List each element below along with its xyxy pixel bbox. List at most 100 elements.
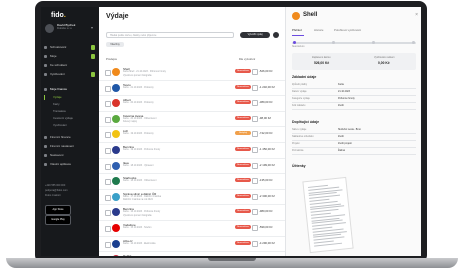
app-screen: fido. David Bychek Fidoobe s.r.o. ▾ Schv… [41, 7, 421, 256]
expense-row[interactable]: Albert Karta · 20.10.2023 · Potraviny Neuz… [99, 96, 285, 112]
company-name: Fidoobe s.r.o. [57, 27, 73, 30]
close-icon[interactable]: × [415, 12, 418, 18]
section-title: Účtenky [292, 164, 306, 168]
settled-value: 0,00 Kč [378, 61, 390, 65]
section-title: Základní údaje [292, 75, 317, 79]
row-checkbox[interactable] [105, 241, 111, 248]
expense-row[interactable]: Benzina Karta · 19.10.2023 · Pohonné hmot… [99, 143, 285, 159]
expense-list: Shell Karta Shell · 21.10.2023 · Pohonné … [99, 65, 285, 256]
sidebar-section-my-finance[interactable]: Moje finance [41, 85, 99, 94]
receipt-icon [252, 209, 258, 216]
expense-amount: -98,00 Kč [259, 115, 271, 120]
expense-row[interactable]: Kavárna Avana Karta · 20.10.2023 · Občers… [99, 112, 285, 128]
sidebar-subitem[interactable]: Výdaje [41, 94, 99, 101]
field-label: Datum výdaje [292, 90, 307, 93]
expense-row[interactable]: Shell Karta Shell · 21.10.2023 · Pohonné … [99, 65, 285, 81]
field-label: Kód nákladu [292, 104, 306, 107]
sidebar-item[interactable]: Vyúčtování [41, 70, 99, 79]
detail-title: Shell [303, 12, 318, 18]
sidebar-item[interactable]: Ke schválení [41, 61, 99, 70]
tab-history[interactable]: Historie [314, 28, 323, 32]
detail-field[interactable]: Datum výdaje 21.10.2023 [292, 90, 416, 96]
detail-field[interactable]: Kód nákladu Zvolit [292, 104, 416, 110]
field-label: Poznámka [292, 149, 304, 152]
help-link[interactable]: Fidoo znalosti [45, 193, 68, 198]
app-logo[interactable]: fido. [51, 12, 66, 19]
sidebar-item[interactable]: Vlastní aplikace [41, 160, 99, 169]
expense-amount: -1 240,00 Kč [259, 84, 275, 89]
sidebar-item[interactable]: Firemní finance [41, 133, 99, 142]
receipt-image[interactable] [302, 176, 354, 254]
app-store-badge[interactable]: App Store [45, 205, 71, 215]
add-expense-button[interactable]: Vytvořit výdaj [240, 32, 270, 38]
row-checkbox[interactable] [105, 179, 111, 186]
receipt-icon [252, 240, 258, 247]
sidebar-item[interactable]: Schvalování [41, 43, 99, 52]
sidebar-item-label: Firemní finance [50, 135, 71, 139]
expense-row[interactable]: Alza.cz Karta · 14.10.2023 · Elektronika N… [99, 237, 285, 253]
tab-overview[interactable]: Přehled [292, 28, 302, 32]
detail-field[interactable]: Kategorie výdaje Pohonné hmoty [292, 97, 416, 103]
notification-badge [91, 72, 95, 77]
sort-dropdown[interactable]: Dle vytvoření [239, 57, 255, 61]
row-checkbox[interactable] [105, 210, 111, 217]
detail-field[interactable]: Název výdaje Služební cesta - Brno [292, 128, 416, 134]
status-progress [292, 42, 416, 44]
progress-step [293, 41, 296, 44]
field-value: Pohonné hmoty [338, 97, 355, 100]
row-checkbox[interactable] [105, 70, 111, 76]
merchant-icon [112, 99, 120, 108]
expense-amount: -742,00 Kč [259, 131, 273, 136]
filter-chip[interactable]: Všechny [106, 42, 124, 47]
merchant-icon [112, 145, 120, 154]
expense-row[interactable]: Lidl Karta · 19.10.2023 · Potraviny Neúpln… [99, 127, 285, 143]
sidebar-item[interactable]: Nastavení [41, 151, 99, 160]
row-checkbox[interactable] [105, 85, 111, 92]
sidebar-subitem[interactable]: Vyúčtování [41, 122, 99, 129]
sidebar-item[interactable]: Firemní nastavení [41, 142, 99, 151]
tab-itemized[interactable]: Položkové vyúčtování [334, 28, 361, 32]
detail-field[interactable]: Poznámka Žádná [292, 149, 416, 155]
status-badge: Neuzavřeno [235, 240, 251, 245]
expense-row[interactable]: Tesco Karta · 21.10.2023 · Potraviny Neuza… [99, 81, 285, 97]
sidebar-subitem[interactable]: Karty [41, 101, 99, 108]
expense-row[interactable]: RohlikKarta · 13.10.2023 · PotravinyNeuz… [99, 252, 285, 256]
merchant-icon [112, 68, 120, 76]
google-play-badge[interactable]: Google Play [45, 215, 71, 225]
sidebar-subitem[interactable]: Cestovní výdaje [41, 115, 99, 122]
expense-row[interactable]: Starbucks Karta · 18.10.2023 · Občerstven… [99, 174, 285, 190]
row-checkbox[interactable] [105, 132, 111, 139]
sidebar-subitem[interactable]: Transakce [41, 108, 99, 115]
expense-meta: Karta · 20.10.2023 · Občerstvení [123, 117, 157, 120]
expense-amount: -135,00 Kč [259, 178, 273, 183]
expense-amount: -4 290,00 Kč [259, 240, 275, 245]
sidebar-item-label: Moje [50, 54, 57, 58]
nav-icon [44, 163, 47, 166]
sidebar: fido. David Bychek Fidoobe s.r.o. ▾ Schv… [41, 7, 99, 256]
section-title: Doplňující údaje [292, 120, 320, 124]
row-checkbox[interactable] [105, 101, 111, 108]
active-tab-indicator [292, 35, 304, 36]
sidebar-item-label: Nastavení [50, 153, 64, 157]
row-checkbox[interactable] [105, 147, 111, 154]
expense-row[interactable]: Ikea Karta · 18.10.2023 · Vybavení Neuzavř… [99, 159, 285, 175]
expense-row[interactable]: Správa silnic a dálnic ČR Karta · 17.10.2… [99, 190, 285, 206]
row-checkbox[interactable] [105, 116, 111, 123]
detail-field[interactable]: Nákladové středisko Zvolit [292, 135, 416, 141]
row-checkbox[interactable] [105, 194, 111, 201]
detail-field[interactable]: Způsob platby Karta [292, 83, 416, 89]
row-checkbox[interactable] [105, 225, 111, 232]
expense-row[interactable]: Vodafone Karta · 15.10.2023 · Telefon Neuz… [99, 221, 285, 237]
receipt-icon [252, 146, 258, 153]
search-input[interactable]: Hledat podle názvu, částky nebo příjemce [106, 32, 234, 38]
expense-row[interactable]: Benzina Karta · 16.10.2023 · Pohonné hmot… [99, 205, 285, 221]
detail-field[interactable]: Projekt Zvolit projekt [292, 142, 416, 148]
sidebar-item[interactable]: Moje [41, 52, 99, 61]
merchant-icon [112, 255, 120, 256]
expense-amount: -1 450,00 Kč [259, 146, 275, 151]
more-options-button[interactable] [273, 32, 279, 38]
amount-summary: Zaplaceno kartou 526,00 Kč Vyúčtováno ce… [292, 53, 416, 70]
user-menu[interactable]: David Bychek Fidoobe s.r.o. ▾ [45, 23, 95, 35]
row-checkbox[interactable] [105, 163, 111, 170]
merchant-icon [112, 161, 120, 170]
